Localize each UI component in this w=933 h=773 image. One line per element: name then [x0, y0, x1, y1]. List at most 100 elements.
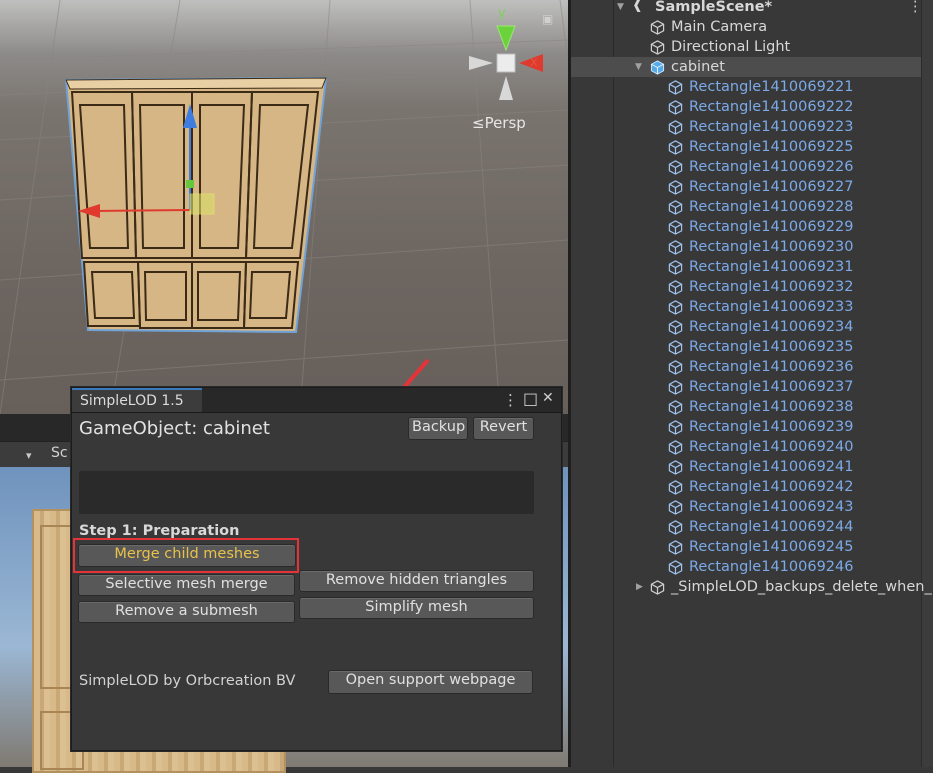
scene-name: SampleScene*	[655, 0, 773, 15]
backup-button[interactable]: Backup	[408, 417, 468, 440]
hierarchy-item-label: Rectangle1410069239	[689, 419, 854, 435]
simplelod-titlebar: SimpleLOD 1.5 ⋮ □ ✕	[72, 388, 561, 413]
cube-icon	[668, 300, 683, 315]
hierarchy-item[interactable]: Rectangle1410069234	[571, 317, 921, 337]
hierarchy-item[interactable]: Rectangle1410069245	[571, 537, 921, 557]
cube-icon	[668, 320, 683, 335]
hierarchy-item[interactable]: Rectangle1410069238	[571, 397, 921, 417]
hierarchy-item[interactable]: Rectangle1410069235	[571, 337, 921, 357]
hierarchy-panel[interactable]: ▼ ❰ SampleScene* ⋮ Main Camera Directiona…	[568, 0, 933, 767]
simplelod-info-field	[79, 471, 534, 514]
hierarchy-item[interactable]: Rectangle1410069236	[571, 357, 921, 377]
hierarchy-item-label: Rectangle1410069238	[689, 399, 854, 415]
remove-a-submesh-button[interactable]: Remove a submesh	[78, 601, 295, 623]
cube-icon	[668, 240, 683, 255]
cube-icon	[668, 180, 683, 195]
maximize-icon[interactable]: □	[523, 389, 538, 408]
hierarchy-item[interactable]: Rectangle1410069244	[571, 517, 921, 537]
open-support-webpage-button[interactable]: Open support webpage	[328, 670, 533, 694]
hierarchy-item[interactable]: Rectangle1410069241	[571, 457, 921, 477]
hierarchy-item-label: Rectangle1410069228	[689, 199, 854, 215]
expand-arrow-icon[interactable]: ▼	[635, 57, 642, 77]
cube-icon	[668, 280, 683, 295]
hierarchy-item[interactable]: Rectangle1410069225	[571, 137, 921, 157]
cube-icon	[668, 360, 683, 375]
hierarchy-item-label: Rectangle1410069244	[689, 519, 854, 535]
hierarchy-item-label: Rectangle1410069230	[689, 239, 854, 255]
hierarchy-item-label: Directional Light	[671, 39, 791, 55]
selective-mesh-merge-button[interactable]: Selective mesh merge	[78, 574, 295, 596]
scene-view[interactable]: y x ▣ ≤Persp	[0, 0, 568, 414]
cube-icon	[668, 80, 683, 95]
hierarchy-item[interactable]: Rectangle1410069221	[571, 77, 921, 97]
game-view-toolbar-label[interactable]: Sc	[51, 445, 68, 461]
cube-icon	[668, 120, 683, 135]
hierarchy-item-label: Rectangle1410069245	[689, 539, 854, 555]
hierarchy-item[interactable]: Rectangle1410069226	[571, 157, 921, 177]
expand-arrow-icon[interactable]: ▼	[617, 0, 624, 17]
hierarchy-item[interactable]: Rectangle1410069237	[571, 377, 921, 397]
hierarchy-item-label: Rectangle1410069243	[689, 499, 854, 515]
chevron-down-icon[interactable]: ▾	[26, 449, 32, 462]
hierarchy-scene-row[interactable]: ▼ ❰ SampleScene* ⋮	[571, 0, 923, 17]
hierarchy-item-label: Rectangle1410069225	[689, 139, 854, 155]
projection-toggle[interactable]: ≤Persp	[472, 114, 526, 132]
hierarchy-item[interactable]: Rectangle1410069228	[571, 197, 921, 217]
hierarchy-item[interactable]: Rectangle1410069239	[571, 417, 921, 437]
hierarchy-item[interactable]: Main Camera	[571, 17, 921, 37]
simplelod-credit: SimpleLOD by Orbcreation BV	[79, 673, 296, 689]
hierarchy-item[interactable]: ▼ cabinet	[571, 57, 921, 77]
annotation-highlight-box	[73, 538, 299, 573]
hierarchy-item[interactable]: Directional Light	[571, 37, 921, 57]
collapse-arrow-icon[interactable]: ▶	[636, 577, 643, 597]
cube-icon	[668, 260, 683, 275]
cube-icon	[668, 540, 683, 555]
hierarchy-item[interactable]: Rectangle1410069230	[571, 237, 921, 257]
remove-hidden-triangles-button[interactable]: Remove hidden triangles	[299, 570, 534, 592]
hierarchy-scrollbar[interactable]	[921, 0, 933, 767]
hierarchy-item[interactable]: Rectangle1410069229	[571, 217, 921, 237]
hierarchy-item-label: Rectangle1410069226	[689, 159, 854, 175]
hierarchy-item[interactable]: Rectangle1410069233	[571, 297, 921, 317]
hierarchy-item[interactable]: Rectangle1410069246	[571, 557, 921, 577]
hierarchy-item[interactable]: Rectangle1410069232	[571, 277, 921, 297]
orientation-gizmo[interactable]	[465, 18, 555, 108]
cube-icon	[650, 60, 665, 75]
simplify-mesh-button[interactable]: Simplify mesh	[299, 597, 534, 619]
cube-icon	[668, 440, 683, 455]
window-menu-icon[interactable]: ⋮	[503, 391, 518, 409]
hierarchy-item-label: _SimpleLOD_backups_delete_when_	[671, 579, 932, 595]
step1-heading: Step 1: Preparation	[79, 523, 240, 539]
hierarchy-item[interactable]: Rectangle1410069240	[571, 437, 921, 457]
hierarchy-item[interactable]: Rectangle1410069243	[571, 497, 921, 517]
cube-icon	[668, 200, 683, 215]
hierarchy-item-label: Rectangle1410069237	[689, 379, 854, 395]
lock-icon[interactable]: ▣	[542, 12, 553, 26]
hierarchy-item[interactable]: Rectangle1410069231	[571, 257, 921, 277]
hierarchy-item-label: Rectangle1410069246	[689, 559, 854, 575]
hierarchy-item[interactable]: Rectangle1410069227	[571, 177, 921, 197]
cube-icon	[668, 380, 683, 395]
hierarchy-item-label: Rectangle1410069234	[689, 319, 854, 335]
cube-icon	[668, 480, 683, 495]
cube-icon	[668, 520, 683, 535]
revert-button[interactable]: Revert	[473, 417, 534, 440]
hierarchy-item[interactable]: Rectangle1410069242	[571, 477, 921, 497]
hierarchy-item-label: Main Camera	[671, 19, 768, 35]
hierarchy-item-label: Rectangle1410069232	[689, 279, 854, 295]
hierarchy-item-label: Rectangle1410069236	[689, 359, 854, 375]
hierarchy-item-label: Rectangle1410069221	[689, 79, 854, 95]
hierarchy-item[interactable]: Rectangle1410069223	[571, 117, 921, 137]
cube-icon	[668, 400, 683, 415]
hierarchy-item[interactable]: Rectangle1410069222	[571, 97, 921, 117]
simplelod-tab[interactable]: SimpleLOD 1.5	[72, 388, 202, 412]
hierarchy-item-label: cabinet	[671, 59, 725, 75]
hierarchy-item[interactable]: ▶ _SimpleLOD_backups_delete_when_	[571, 577, 932, 597]
hierarchy-item-label: Rectangle1410069227	[689, 179, 854, 195]
hierarchy-item-label: Rectangle1410069229	[689, 219, 854, 235]
cube-icon	[668, 560, 683, 575]
close-icon[interactable]: ✕	[542, 390, 554, 406]
simplelod-tab-title: SimpleLOD 1.5	[80, 393, 184, 409]
scene-menu-icon[interactable]: ⋮	[908, 0, 923, 17]
hierarchy-item-label: Rectangle1410069233	[689, 299, 854, 315]
